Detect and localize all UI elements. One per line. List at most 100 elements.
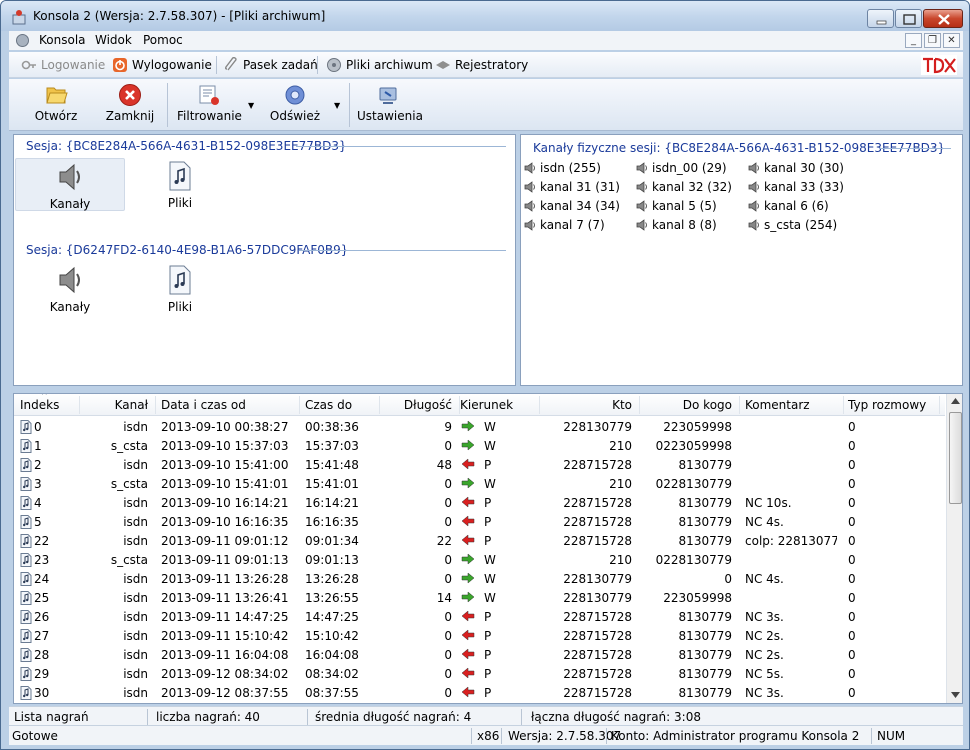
physical-channel-item[interactable]: kanal 34 (34) bbox=[523, 199, 620, 213]
session1-files-item[interactable]: Pliki bbox=[125, 160, 235, 210]
maximize-button[interactable] bbox=[895, 9, 922, 28]
column-divider[interactable] bbox=[639, 396, 640, 414]
vertical-scrollbar[interactable] bbox=[946, 394, 962, 703]
mdi-minimize-button[interactable]: _ bbox=[905, 33, 922, 48]
physical-channel-item[interactable]: kanal 31 (31) bbox=[523, 180, 620, 194]
column-divider[interactable] bbox=[459, 396, 460, 414]
close-button[interactable]: Zamknij bbox=[104, 83, 156, 123]
close-window-button[interactable] bbox=[923, 9, 963, 28]
column-header[interactable]: Kanał bbox=[82, 398, 148, 412]
menu-konsola[interactable]: Konsola bbox=[39, 33, 86, 47]
table-row[interactable]: 4 isdn 2013-09-10 16:14:21 16:14:21 0 P 228715… bbox=[14, 493, 945, 512]
mdi-close-button[interactable]: ✕ bbox=[943, 33, 960, 48]
column-divider[interactable] bbox=[379, 396, 380, 414]
physical-channel-item[interactable]: isdn_00 (29) bbox=[635, 161, 727, 175]
audio-file-icon bbox=[20, 667, 32, 681]
column-divider[interactable] bbox=[939, 396, 940, 414]
settings-label: Ustawienia bbox=[357, 109, 423, 123]
physical-channel-item[interactable]: kanal 32 (32) bbox=[635, 180, 732, 194]
table-cell: 2013-09-11 14:47:25 bbox=[161, 610, 289, 624]
login-button[interactable]: Logowanie bbox=[21, 56, 105, 74]
column-header[interactable]: Komentarz bbox=[745, 398, 810, 412]
filter-button[interactable]: Filtrowanie bbox=[177, 83, 242, 123]
mdi-restore-button[interactable]: ❐ bbox=[924, 33, 941, 48]
physical-channel-item[interactable]: kanal 30 (30) bbox=[747, 161, 844, 175]
taskbar-button[interactable]: Pasek zadań bbox=[223, 56, 318, 74]
physical-channel-item[interactable]: kanal 8 (8) bbox=[635, 218, 717, 232]
scroll-down-icon[interactable] bbox=[951, 692, 960, 698]
menu-pomoc[interactable]: Pomoc bbox=[143, 33, 183, 47]
physical-channel-item[interactable]: isdn (255) bbox=[523, 161, 601, 175]
table-row[interactable]: 27 isdn 2013-09-11 15:10:42 15:10:42 0 P 22871… bbox=[14, 626, 945, 645]
table-row[interactable]: 23 s_csta 2013-09-11 09:01:13 09:01:13 0 W 210… bbox=[14, 550, 945, 569]
table-row[interactable]: 26 isdn 2013-09-11 14:47:25 14:47:25 0 P 22871… bbox=[14, 607, 945, 626]
physical-channel-item[interactable]: kanal 5 (5) bbox=[635, 199, 717, 213]
table-row[interactable]: 1 s_csta 2013-09-10 15:37:03 15:37:03 0 W 210 0… bbox=[14, 436, 945, 455]
column-divider[interactable] bbox=[79, 396, 80, 414]
column-divider[interactable] bbox=[539, 396, 540, 414]
recorders-button[interactable]: Rejestratory bbox=[435, 56, 528, 74]
table-row[interactable]: 0 isdn 2013-09-10 00:38:27 00:38:36 9 W 228130… bbox=[14, 417, 945, 436]
scrollbar-thumb[interactable] bbox=[949, 412, 962, 504]
archive-files-label: Pliki archiwum bbox=[346, 58, 433, 72]
physical-channel-label: kanal 33 (33) bbox=[764, 180, 844, 194]
table-row[interactable]: 30 isdn 2013-09-12 08:37:55 08:37:55 0 P 22871… bbox=[14, 683, 945, 702]
column-header[interactable]: Data i czas od bbox=[161, 398, 246, 412]
column-header[interactable]: Kto bbox=[540, 398, 632, 412]
session2-channels-item[interactable]: Kanały bbox=[15, 264, 125, 314]
table-cell: 2013-09-12 08:37:55 bbox=[161, 686, 289, 700]
column-divider[interactable] bbox=[843, 396, 844, 414]
table-row[interactable]: 2 isdn 2013-09-10 15:41:00 15:41:48 48 P 22871… bbox=[14, 455, 945, 474]
table-row[interactable]: 3 s_csta 2013-09-10 15:41:01 15:41:01 0 W 210 0… bbox=[14, 474, 945, 493]
table-cell: 0 bbox=[34, 420, 42, 434]
physical-channel-item[interactable]: kanal 6 (6) bbox=[747, 199, 829, 213]
minimize-button[interactable] bbox=[867, 9, 894, 28]
table-cell: 15:37:03 bbox=[305, 439, 359, 453]
table-cell: 0228130779 bbox=[655, 553, 732, 567]
session1-channels-item[interactable]: Kanały bbox=[15, 158, 125, 211]
column-divider[interactable] bbox=[155, 396, 156, 414]
logout-button[interactable]: Wylogowanie bbox=[112, 56, 212, 74]
audio-file-icon bbox=[20, 572, 32, 586]
table-row[interactable]: 5 isdn 2013-09-10 16:16:35 16:16:35 0 P 228715… bbox=[14, 512, 945, 531]
table-row[interactable]: 28 isdn 2013-09-11 16:04:08 16:04:08 0 P 22871… bbox=[14, 645, 945, 664]
table-cell: 2013-09-12 08:34:02 bbox=[161, 667, 289, 681]
column-header[interactable]: Indeks bbox=[20, 398, 59, 412]
physical-channel-item[interactable]: kanal 7 (7) bbox=[523, 218, 605, 232]
table-row[interactable]: 25 isdn 2013-09-11 13:26:41 13:26:55 14 W 2281… bbox=[14, 588, 945, 607]
title-bar[interactable]: Konsola 2 (Wersja: 2.7.58.307) - [Pliki … bbox=[1, 1, 969, 31]
scroll-up-icon[interactable] bbox=[951, 398, 960, 404]
column-divider[interactable] bbox=[299, 396, 300, 414]
table-cell: 0 bbox=[848, 686, 856, 700]
refresh-dropdown-icon[interactable]: ▼ bbox=[334, 101, 340, 110]
table-row[interactable]: 22 isdn 2013-09-11 09:01:12 09:01:34 22 P 2287… bbox=[14, 531, 945, 550]
refresh-button[interactable]: Odśwież bbox=[267, 83, 323, 123]
physical-channel-item[interactable]: kanal 33 (33) bbox=[747, 180, 844, 194]
table-cell: 29 bbox=[34, 667, 50, 681]
open-button[interactable]: Otwórz bbox=[31, 83, 81, 123]
app-menu-icon[interactable] bbox=[15, 33, 30, 48]
table-cell: 0 bbox=[848, 648, 856, 662]
filter-label: Filtrowanie bbox=[177, 109, 242, 123]
column-header[interactable]: Długość bbox=[380, 398, 452, 412]
session2-files-item[interactable]: Pliki bbox=[125, 264, 235, 314]
table-cell: NC 10s. bbox=[745, 496, 792, 510]
outgoing-arrow-icon bbox=[461, 515, 475, 527]
physical-channel-item[interactable]: s_csta (254) bbox=[747, 218, 837, 232]
archive-files-button[interactable]: Pliki archiwum bbox=[326, 56, 433, 74]
column-header[interactable]: Typ rozmowy bbox=[848, 398, 926, 412]
speaker-icon bbox=[524, 181, 535, 193]
column-header[interactable]: Kierunek bbox=[460, 398, 513, 412]
column-divider[interactable] bbox=[739, 396, 740, 414]
filter-dropdown-icon[interactable]: ▼ bbox=[248, 101, 254, 110]
settings-button[interactable]: Ustawienia bbox=[357, 83, 423, 123]
table-cell: 8130779 bbox=[678, 686, 732, 700]
table-cell: 2 bbox=[34, 458, 42, 472]
column-header[interactable]: Czas do bbox=[305, 398, 352, 412]
table-cell: NC 3s. bbox=[745, 686, 784, 700]
menu-widok[interactable]: Widok bbox=[95, 33, 132, 47]
table-row[interactable]: 29 isdn 2013-09-12 08:34:02 08:34:02 0 P 22871… bbox=[14, 664, 945, 683]
status-separator bbox=[147, 709, 148, 725]
table-row[interactable]: 24 isdn 2013-09-11 13:26:28 13:26:28 0 W 22813… bbox=[14, 569, 945, 588]
column-header[interactable]: Do kogo bbox=[640, 398, 732, 412]
